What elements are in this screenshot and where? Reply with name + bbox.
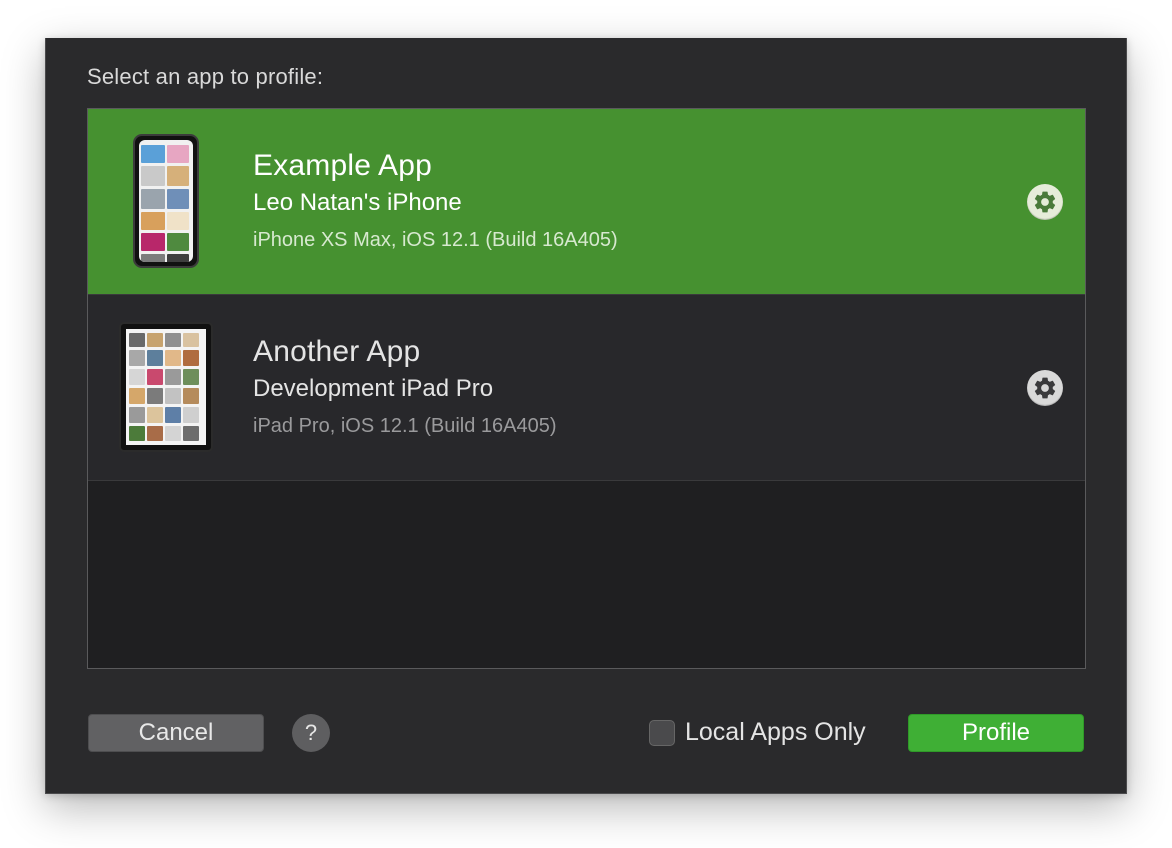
device-name: Leo Natan's iPhone <box>253 189 462 216</box>
iphone-thumbnail <box>133 134 199 268</box>
ipad-thumbnail <box>119 322 213 452</box>
app-name: Another App <box>253 335 421 368</box>
help-button[interactable]: ? <box>292 714 330 752</box>
local-apps-only-checkbox[interactable] <box>649 719 675 746</box>
profile-app-sheet: Select an app to profile: Example App Le… <box>45 38 1127 794</box>
app-row-example-app[interactable]: Example App Leo Natan's iPhone iPhone XS… <box>88 109 1085 295</box>
app-name: Example App <box>253 149 432 182</box>
app-list[interactable]: Example App Leo Natan's iPhone iPhone XS… <box>87 108 1086 669</box>
local-apps-only-label: Local Apps Only <box>685 718 866 746</box>
settings-gear-icon[interactable] <box>1027 370 1063 406</box>
app-row-another-app[interactable]: Another App Development iPad Pro iPad Pr… <box>88 295 1085 481</box>
device-name: Development iPad Pro <box>253 375 494 402</box>
local-apps-only-toggle[interactable]: Local Apps Only <box>649 718 866 747</box>
select-app-prompt: Select an app to profile: <box>87 64 324 89</box>
device-details: iPhone XS Max, iOS 12.1 (Build 16A405) <box>253 229 618 251</box>
device-details: iPad Pro, iOS 12.1 (Build 16A405) <box>253 415 557 437</box>
settings-gear-icon[interactable] <box>1027 184 1063 220</box>
cancel-button[interactable]: Cancel <box>88 714 264 752</box>
profile-button[interactable]: Profile <box>908 714 1084 752</box>
